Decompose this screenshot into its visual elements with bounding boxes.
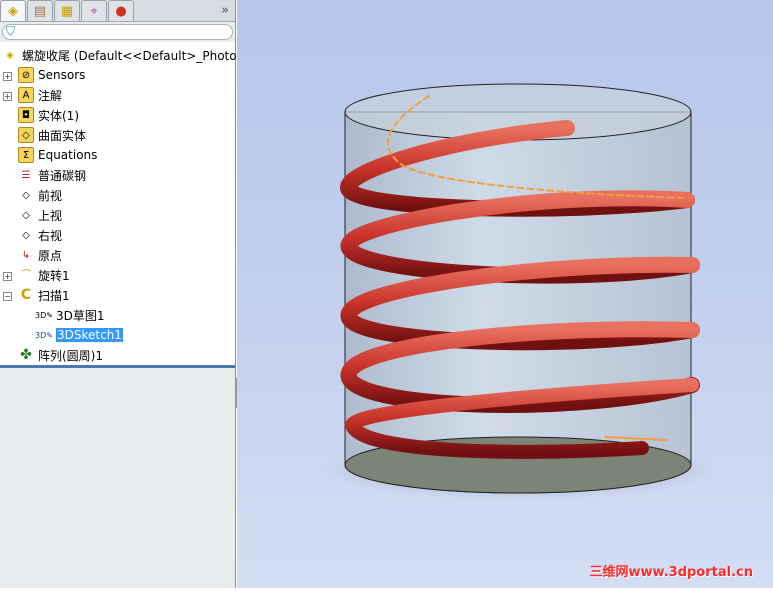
crosshair-icon: ⌖ [90, 3, 98, 19]
graphics-viewport[interactable]: 三维网www.3dportal.cn [237, 0, 773, 588]
tree-item-label: 旋转1 [38, 268, 70, 283]
tree-item-material[interactable]: ☰ 普通碳钢 [18, 165, 87, 185]
tree-item-label: 3D草图1 [56, 308, 105, 323]
tree-item-label: 原点 [38, 248, 63, 263]
config-icon: ▦ [60, 3, 74, 19]
tree-item-label: 注解 [38, 88, 63, 103]
feature-manager-panel: ◈ ▤ ▦ ⌖ ● » ⛉ ◈ 螺旋收尾 (Default<<Default>_P… [0, 0, 248, 588]
sweep-icon: C [20, 287, 32, 303]
dimxpert-tab[interactable]: ⌖ [81, 0, 107, 21]
tree-item-label: 上视 [38, 208, 63, 223]
solid-bodies-folder-icon: ◘ [18, 107, 34, 123]
tree-item-top-plane[interactable]: ◇ 上视 [18, 205, 62, 225]
tree-item-circular-pattern[interactable]: ✤ 阵列(圆周)1 [18, 345, 103, 365]
revolve-icon: ⏜ [21, 269, 31, 281]
tree-item-origin[interactable]: ↳ 原点 [18, 245, 62, 265]
feature-tree-icon: ◈ [8, 3, 18, 19]
tree-item-label: 实体(1) [38, 108, 79, 123]
property-manager-tab[interactable]: ▤ [27, 0, 53, 21]
annotations-folder-icon: A [18, 87, 34, 103]
tree-item-label: Sensors [38, 68, 86, 82]
tree-item-label-selected: 3DSketch1 [56, 328, 123, 342]
model-view [319, 83, 719, 500]
feature-tree: ◈ 螺旋收尾 (Default<<Default>_PhotoW ⊘ Sensors… [0, 42, 248, 368]
tree-item-sweep[interactable]: C 扫描1 [18, 285, 70, 305]
tree-item-3dsketch1[interactable]: 3D✎ 3DSketch1 [35, 325, 123, 345]
expand-toggle[interactable]: + [3, 272, 12, 281]
part-icon: ◈ [6, 49, 14, 61]
tree-item-label: 阵列(圆周)1 [38, 348, 103, 363]
filter-icon: ⛉ [6, 24, 16, 38]
tree-item-equations[interactable]: Σ Equations [18, 145, 97, 165]
plane-icon: ◇ [22, 209, 30, 221]
configuration-manager-tab[interactable]: ▦ [54, 0, 80, 21]
panel-tabs: ◈ ▤ ▦ ⌖ ● » [0, 0, 235, 22]
tree-item-revolve[interactable]: ⏜ 旋转1 [18, 265, 70, 285]
color-wheel-icon: ● [115, 3, 127, 19]
surface-bodies-folder-icon: ◇ [18, 127, 34, 143]
watermark: 三维网www.3dportal.cn [589, 565, 753, 580]
tree-item-label: 曲面实体 [38, 128, 87, 143]
tree-item-right-plane[interactable]: ◇ 右视 [18, 225, 62, 245]
origin-icon: ↳ [21, 249, 31, 261]
display-manager-tab[interactable]: ● [108, 0, 134, 21]
tree-item-label: Equations [38, 148, 98, 162]
tree-root[interactable]: ◈ 螺旋收尾 (Default<<Default>_PhotoW [2, 45, 248, 65]
property-icon: ▤ [33, 3, 47, 19]
more-tabs-button[interactable]: » [221, 3, 229, 18]
panel-empty-area [0, 368, 235, 588]
tree-item-label: 普通碳钢 [38, 168, 87, 183]
feature-manager-tab[interactable]: ◈ [0, 0, 26, 21]
cylinder-body [344, 111, 692, 494]
tree-item-sensors[interactable]: ⊘ Sensors [18, 65, 85, 85]
plane-icon: ◇ [22, 229, 30, 241]
material-icon: ☰ [21, 169, 31, 181]
tree-item-3d-sketch-cn[interactable]: 3D✎ 3D草图1 [35, 305, 105, 325]
expand-toggle[interactable]: + [3, 92, 12, 101]
plane-icon: ◇ [22, 189, 30, 201]
3d-sketch-icon: 3D✎ [35, 310, 53, 320]
tree-filter-input[interactable]: ⛉ [2, 24, 233, 40]
collapse-toggle[interactable]: − [3, 292, 12, 301]
sensors-folder-icon: ⊘ [18, 67, 34, 83]
tree-item-annotations[interactable]: A 注解 [18, 85, 62, 105]
3d-sketch-icon: 3D✎ [35, 330, 53, 340]
tree-root-label: 螺旋收尾 (Default<<Default>_PhotoW [22, 48, 249, 63]
expand-toggle[interactable]: + [3, 72, 12, 81]
equations-folder-icon: Σ [18, 147, 34, 163]
tree-item-solid-bodies[interactable]: ◘ 实体(1) [18, 105, 79, 125]
tree-item-surface-bodies[interactable]: ◇ 曲面实体 [18, 125, 86, 145]
tree-item-label: 右视 [38, 228, 63, 243]
tree-item-front-plane[interactable]: ◇ 前视 [18, 185, 62, 205]
tree-item-label: 前视 [38, 188, 63, 203]
circular-pattern-icon: ✤ [20, 347, 32, 363]
tree-item-label: 扫描1 [38, 288, 70, 303]
